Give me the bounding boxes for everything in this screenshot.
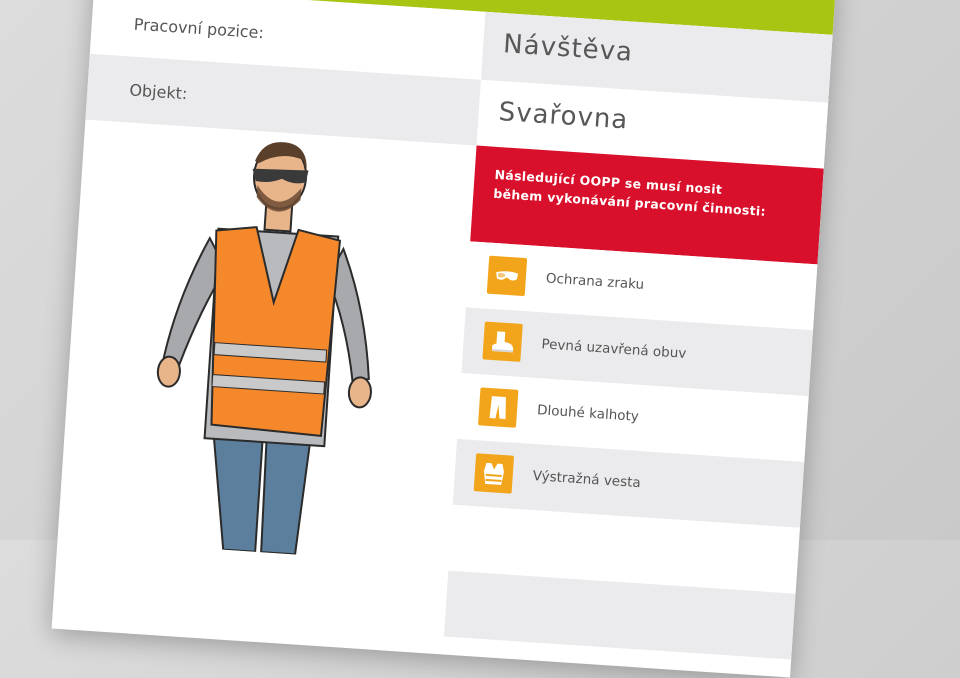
safety-poster: Pracovní pozice: Návštěva Objekt: Svařov… bbox=[51, 0, 837, 678]
position-value: Návštěva bbox=[502, 29, 634, 68]
worker-illustration bbox=[127, 124, 415, 564]
ppe-item-label: Pevná uzavřená obuv bbox=[540, 336, 687, 362]
ppe-item-label: Ochrana zraku bbox=[545, 270, 645, 293]
object-value: Svařovna bbox=[497, 96, 630, 136]
ppe-item-label: Výstražná vesta bbox=[532, 468, 642, 492]
safety-boot-icon bbox=[482, 321, 523, 362]
safety-glasses-icon bbox=[486, 255, 528, 297]
position-label: Pracovní pozice: bbox=[133, 14, 265, 43]
hi-vis-vest-icon bbox=[473, 453, 515, 494]
ppe-item-label: Dlouhé kalhoty bbox=[536, 402, 640, 425]
object-label: Objekt: bbox=[128, 80, 188, 104]
trousers-icon bbox=[478, 387, 519, 428]
